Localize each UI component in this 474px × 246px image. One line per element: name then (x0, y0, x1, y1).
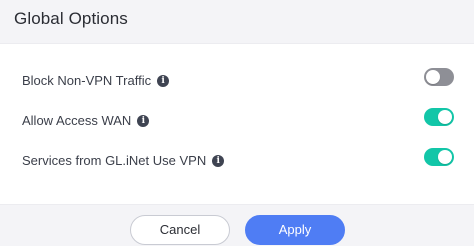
toggle-knob (438, 150, 452, 164)
option-row-services-use-vpn: Services from GL.iNet Use VPN i (0, 146, 474, 176)
option-label-container: Block Non-VPN Traffic i (22, 73, 170, 88)
dialog-title: Global Options (14, 9, 128, 28)
global-options-dialog: Global Options Block Non-VPN Traffic i A… (0, 0, 474, 246)
info-icon[interactable]: i (137, 114, 150, 127)
option-label: Services from GL.iNet Use VPN (22, 153, 207, 168)
apply-button[interactable]: Apply (245, 215, 345, 245)
info-icon[interactable]: i (157, 74, 170, 87)
dialog-header: Global Options (0, 0, 474, 44)
allow-access-wan-toggle[interactable] (424, 108, 454, 126)
option-label: Block Non-VPN Traffic (22, 73, 152, 88)
option-label-container: Services from GL.iNet Use VPN i (22, 153, 225, 168)
info-icon[interactable]: i (212, 154, 225, 167)
option-label: Allow Access WAN (22, 113, 132, 128)
cancel-button[interactable]: Cancel (130, 215, 230, 245)
option-row-allow-access-wan: Allow Access WAN i (0, 106, 474, 136)
toggle-knob (426, 70, 440, 84)
option-label-container: Allow Access WAN i (22, 113, 150, 128)
dialog-footer: Cancel Apply (0, 204, 474, 246)
toggle-knob (438, 110, 452, 124)
services-use-vpn-toggle[interactable] (424, 148, 454, 166)
option-row-block-non-vpn-traffic: Block Non-VPN Traffic i (0, 66, 474, 96)
block-non-vpn-traffic-toggle[interactable] (424, 68, 454, 86)
